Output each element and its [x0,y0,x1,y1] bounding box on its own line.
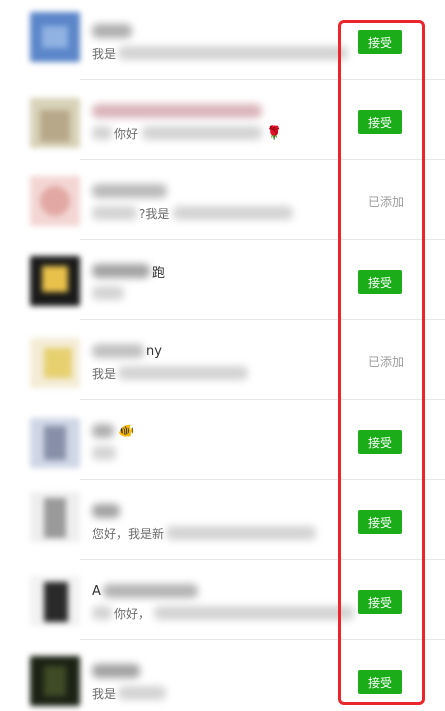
message-text: 我是 [92,686,117,701]
contact-name [92,502,120,520]
contact-name: A [92,582,198,600]
contact-name: 跑 [92,262,166,281]
rose-icon: 🌹 [266,125,283,141]
contact-name [92,22,132,40]
request-message: 您好，我是新 [92,524,317,542]
request-message [92,284,124,302]
contact-name-text: ny [146,343,162,359]
avatar[interactable] [30,256,80,306]
avatar[interactable] [30,656,80,706]
request-message: 你好 🌹 [92,124,282,142]
contact-name [92,182,167,200]
avatar[interactable] [30,492,80,542]
avatar[interactable] [30,176,80,226]
avatar[interactable] [30,418,80,468]
contact-name-text: A [92,583,101,599]
request-message: 你好， [92,604,355,622]
request-message [92,444,116,462]
avatar[interactable] [30,576,80,626]
highlight-box [338,20,425,705]
message-text: ?我是 [139,206,170,221]
message-text: 你好， [114,606,151,621]
avatar[interactable] [30,12,80,62]
avatar[interactable] [30,338,80,388]
contact-name: 🐠 [92,422,134,440]
message-text: 您好，我是新 [92,526,165,541]
request-message: 我是 [92,44,349,62]
message-text: 我是 [92,366,117,381]
message-text: 你好 [114,126,139,141]
contact-name-text: 跑 [152,265,166,281]
message-text: 我是 [92,46,117,61]
request-message: 我是 [92,684,167,702]
contact-name [92,662,140,680]
contact-name: ny [92,342,162,360]
contact-name [92,102,262,120]
request-message: ?我是 [92,204,294,222]
fish-icon: 🐠 [118,423,135,439]
request-message: 我是 [92,364,249,382]
avatar[interactable] [30,98,80,148]
